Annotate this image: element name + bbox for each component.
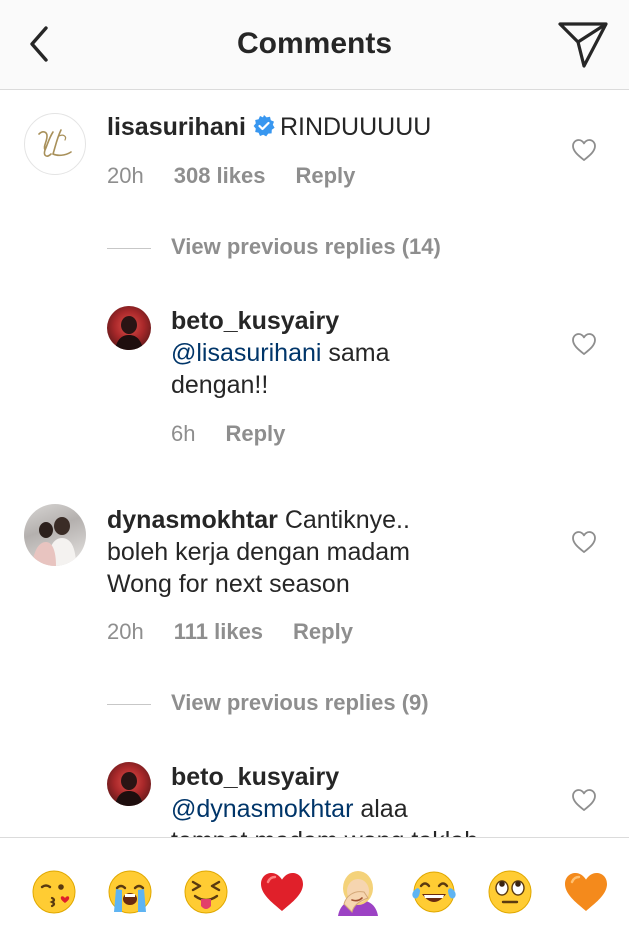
reply-text: beto_kusyairy @lisasurihani sama dengan!…: [171, 307, 390, 399]
comment-likes[interactable]: 111 likes: [174, 619, 263, 644]
person-facepalming-icon[interactable]: [334, 868, 382, 916]
face-with-rolling-eyes-icon[interactable]: [486, 868, 534, 916]
comment-body: RINDUUUUU: [279, 113, 432, 141]
reply-meta: 6h Reply: [171, 421, 315, 447]
emoji-quick-bar: [0, 837, 629, 925]
comment-likes[interactable]: 308 likes: [174, 163, 266, 188]
like-heart-icon[interactable]: [571, 332, 597, 356]
mention-link[interactable]: @dynasmokhtar: [171, 795, 353, 823]
comment-text: lisasurihani RINDUUUUU: [107, 111, 547, 143]
yl-logo-icon: [38, 129, 72, 157]
reply-text: beto_kusyairy @dynasmokhtar alaa tempat …: [171, 763, 478, 837]
reply-button[interactable]: Reply: [293, 619, 353, 644]
comment-username[interactable]: lisasurihani: [107, 113, 246, 141]
top-bar: Comments: [0, 0, 629, 90]
verified-badge-icon: [253, 115, 275, 137]
like-heart-icon[interactable]: [571, 530, 597, 554]
like-heart-icon[interactable]: [571, 138, 597, 162]
face-blowing-kiss-icon[interactable]: [30, 868, 78, 916]
divider-line: [107, 247, 151, 249]
squinting-tongue-face-icon[interactable]: [182, 868, 230, 916]
like-heart-icon[interactable]: [571, 788, 597, 812]
mention-link[interactable]: @lisasurihani: [171, 339, 321, 367]
avatar-photo-icon: [115, 316, 143, 350]
reply-button[interactable]: Reply: [225, 421, 285, 446]
reply-username[interactable]: beto_kusyairy: [171, 307, 339, 335]
comment-meta: 20h 111 likes Reply: [107, 619, 383, 645]
page-title: Comments: [236, 27, 393, 60]
avatar[interactable]: [24, 504, 86, 566]
avatar[interactable]: [107, 306, 151, 350]
comments-list[interactable]: lisasurihani RINDUUUUU 20h 308 likes Reply …: [0, 91, 629, 837]
comment-time: 20h: [107, 163, 144, 188]
comment-username[interactable]: dynasmokhtar: [107, 506, 278, 534]
face-with-tears-of-joy-icon[interactable]: [410, 868, 458, 916]
divider-line: [107, 703, 151, 705]
comment-time: 20h: [107, 619, 144, 644]
direct-send-icon[interactable]: [556, 20, 610, 70]
reply-time: 6h: [171, 421, 196, 446]
view-previous-replies[interactable]: View previous replies (14): [107, 234, 441, 260]
comment-meta: 20h 308 likes Reply: [107, 163, 385, 189]
reply-button[interactable]: Reply: [295, 163, 355, 188]
avatar[interactable]: [24, 113, 86, 175]
red-heart-icon[interactable]: [258, 868, 306, 916]
orange-heart-icon[interactable]: [562, 868, 610, 916]
avatar-photo-icon: [115, 772, 143, 806]
loudly-crying-face-icon[interactable]: [106, 868, 154, 916]
avatar[interactable]: [107, 762, 151, 806]
comment-text: dynasmokhtar Cantiknye.. boleh kerja den…: [107, 506, 410, 598]
view-previous-replies[interactable]: View previous replies (9): [107, 690, 429, 716]
avatar-photo-icon: [32, 517, 76, 566]
reply-username[interactable]: beto_kusyairy: [171, 763, 339, 791]
